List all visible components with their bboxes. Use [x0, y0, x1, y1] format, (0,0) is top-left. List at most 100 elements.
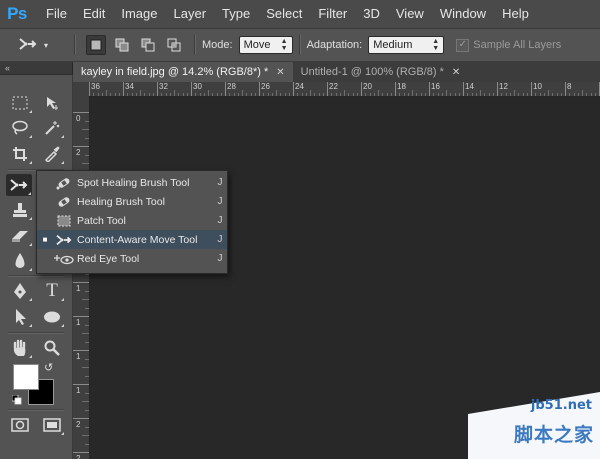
ellipse-tool[interactable]: [39, 306, 65, 328]
tab-label: Untitled-1 @ 100% (RGB/8) *: [300, 66, 444, 78]
adaptation-select[interactable]: Medium ▲ ▼: [368, 36, 445, 54]
menu-select[interactable]: Select: [258, 0, 310, 28]
divider: [8, 409, 64, 411]
content-aware-move-tool[interactable]: [6, 174, 32, 196]
horizontal-ruler[interactable]: 363432302826242220181614121086420: [89, 82, 600, 97]
content-aware-move-icon: [18, 36, 38, 55]
lasso-tool[interactable]: [7, 117, 33, 139]
ruler-minor-tick: [399, 93, 401, 96]
ruler-minor-tick: [501, 93, 503, 96]
flyout-item-spot-healing-brush[interactable]: Spot Healing Brush Tool J: [37, 173, 227, 192]
ruler-minor-tick: [412, 90, 413, 96]
ruler-minor-tick: [267, 93, 269, 96]
ruler-origin[interactable]: [73, 82, 90, 97]
watermark: jb51.net 脚本之家: [468, 392, 600, 459]
eyedropper-tool[interactable]: [39, 143, 65, 165]
ruler-major-tick: [73, 350, 89, 351]
move-tool[interactable]: [39, 92, 65, 114]
ruler-minor-tick: [331, 93, 333, 96]
clone-stamp-tool[interactable]: [7, 199, 33, 221]
ruler-minor-tick: [407, 93, 409, 96]
subtract-from-selection-button[interactable]: [138, 35, 158, 55]
magic-wand-tool[interactable]: [39, 117, 65, 139]
shortcut-key: J: [217, 234, 223, 245]
ruler-label: 20: [363, 82, 372, 91]
menu-layer[interactable]: Layer: [166, 0, 215, 28]
screen-mode-button[interactable]: [39, 414, 65, 436]
ruler-minor-tick: [174, 90, 175, 96]
toolbar-header: [0, 62, 72, 75]
ruler-minor-tick: [148, 93, 150, 96]
ruler-minor-tick: [186, 93, 188, 96]
divider: [298, 35, 301, 55]
intersect-selection-button[interactable]: [164, 35, 184, 55]
ruler-label: 1: [76, 318, 81, 327]
type-tool[interactable]: T: [39, 280, 65, 302]
pen-tool[interactable]: [7, 280, 33, 302]
foreground-color-swatch[interactable]: [13, 364, 39, 390]
menu-filter[interactable]: Filter: [310, 0, 355, 28]
sample-all-layers-checkbox[interactable]: ✓ Sample All Layers: [456, 38, 561, 52]
quick-mask-button[interactable]: [7, 414, 33, 436]
ruler-minor-tick: [169, 93, 171, 96]
rectangular-marquee-tool[interactable]: [7, 92, 33, 114]
adaptation-label: Adaptation:: [306, 39, 363, 51]
ruler-minor-tick: [85, 290, 89, 292]
ruler-minor-tick: [82, 299, 89, 300]
vertical-ruler[interactable]: 02468111122: [73, 96, 90, 459]
ruler-minor-tick: [594, 93, 596, 96]
ruler-minor-tick: [140, 90, 141, 96]
menu-3d[interactable]: 3D: [355, 0, 388, 28]
ruler-minor-tick: [250, 93, 252, 96]
close-icon[interactable]: ✕: [276, 67, 284, 78]
ruler-minor-tick: [480, 90, 481, 96]
flyout-item-label: Spot Healing Brush Tool: [77, 176, 190, 189]
mode-select[interactable]: Move ▲ ▼: [238, 36, 293, 54]
ruler-minor-tick: [335, 93, 337, 96]
selected-bullet: ■: [42, 235, 48, 244]
eraser-tool[interactable]: [7, 225, 33, 247]
hand-tool[interactable]: [7, 337, 33, 359]
menu-type[interactable]: Type: [214, 0, 258, 28]
ruler-minor-tick: [131, 93, 133, 96]
tool-preset-picker[interactable]: ▾: [0, 36, 68, 55]
default-colors-icon[interactable]: [11, 392, 22, 410]
mode-value: Move: [243, 39, 271, 51]
ruler-minor-tick: [305, 93, 307, 96]
flyout-item-healing-brush[interactable]: Healing Brush Tool J: [37, 192, 227, 211]
blur-tool[interactable]: [7, 250, 33, 272]
chevron-down-icon: ▾: [44, 40, 49, 50]
menu-window[interactable]: Window: [432, 0, 494, 28]
flyout-item-label: Patch Tool: [77, 214, 126, 227]
menu-help[interactable]: Help: [494, 0, 537, 28]
ruler-minor-tick: [85, 392, 89, 394]
add-to-selection-button[interactable]: [112, 35, 132, 55]
flyout-item-red-eye[interactable]: Red Eye Tool J: [37, 249, 227, 268]
menu-image[interactable]: Image: [113, 0, 165, 28]
spot-healing-brush-icon: [53, 173, 75, 192]
divider: [8, 275, 64, 277]
ruler-minor-tick: [586, 93, 588, 96]
menu-file[interactable]: File: [34, 0, 75, 28]
flyout-item-content-aware-move[interactable]: ■ Content-Aware Move Tool J: [37, 230, 227, 249]
ruler-minor-tick: [365, 93, 367, 96]
zoom-tool[interactable]: [39, 337, 65, 359]
tab-kayley-in-field[interactable]: kayley in field.jpg @ 14.2% (RGB/8*) * ✕: [73, 62, 293, 82]
close-icon[interactable]: ✕: [452, 67, 460, 78]
menu-edit[interactable]: Edit: [75, 0, 113, 28]
ruler-minor-tick: [424, 93, 426, 96]
ruler-minor-tick: [556, 93, 558, 96]
ruler-label: 2: [76, 148, 81, 157]
new-selection-button[interactable]: [86, 35, 106, 55]
path-selection-tool[interactable]: [7, 306, 33, 328]
flyout-item-patch[interactable]: Patch Tool J: [37, 211, 227, 230]
menu-bar: Ps File Edit Image Layer Type Select Fil…: [0, 0, 600, 29]
collapse-panel-icon[interactable]: «: [5, 62, 10, 74]
tab-untitled-1[interactable]: Untitled-1 @ 100% (RGB/8) * ✕: [292, 62, 469, 82]
ruler-minor-tick: [237, 93, 239, 96]
menu-view[interactable]: View: [388, 0, 432, 28]
ruler-minor-tick: [390, 93, 392, 96]
ruler-minor-tick: [577, 93, 579, 96]
swap-colors-icon[interactable]: ↺: [44, 361, 53, 374]
crop-tool[interactable]: [7, 143, 33, 165]
